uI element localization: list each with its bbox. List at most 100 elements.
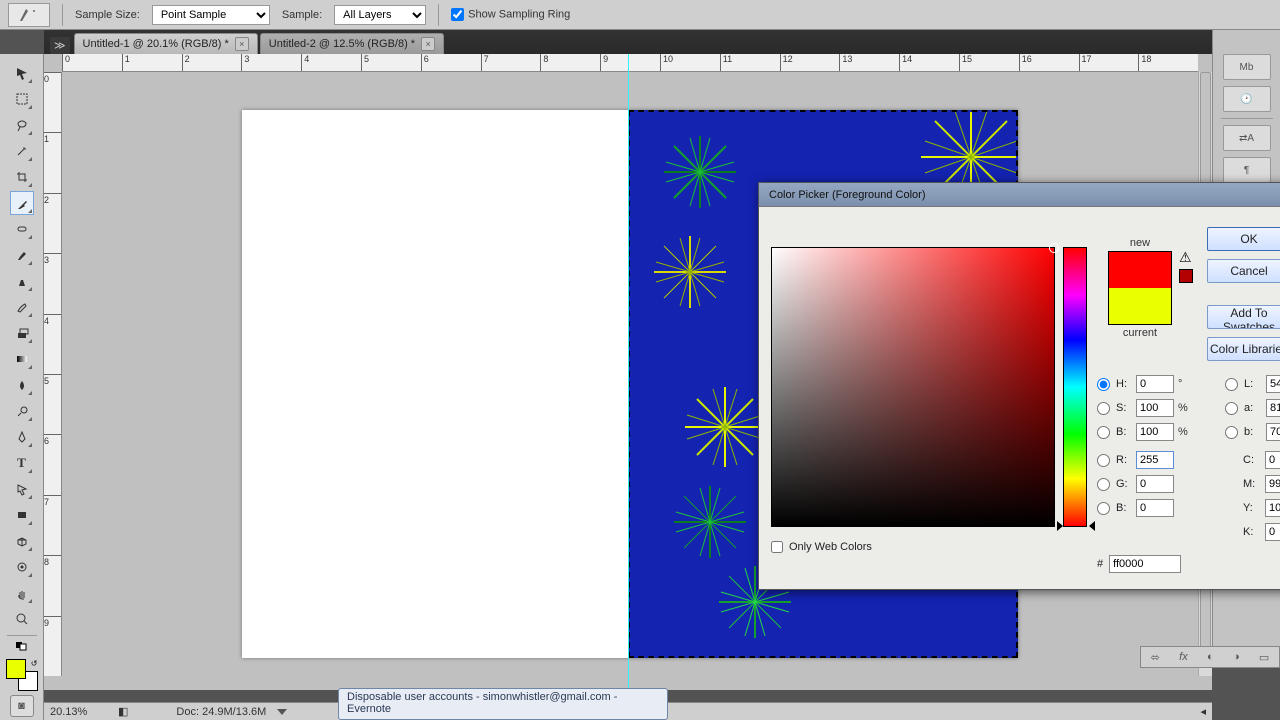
m-field[interactable] [1265, 475, 1280, 493]
s-radio[interactable] [1097, 402, 1110, 415]
eraser-tool[interactable] [10, 321, 34, 345]
gamut-warning-icon[interactable]: ⚠ [1179, 249, 1192, 266]
document-tab-label: Untitled-2 @ 12.5% (RGB/8) * [269, 38, 415, 50]
default-colors-icon[interactable] [10, 640, 34, 652]
hue-slider-handle-icon[interactable] [1057, 521, 1063, 531]
a-field[interactable] [1266, 399, 1280, 417]
s-field[interactable] [1136, 399, 1174, 417]
l-field[interactable] [1266, 375, 1280, 393]
dialog-title-bar[interactable]: Color Picker (Foreground Color) [759, 183, 1280, 207]
zoom-value[interactable]: 20.13% [50, 706, 110, 718]
foreground-color-swatch[interactable] [6, 659, 26, 679]
g-radio[interactable] [1097, 478, 1110, 491]
sample-size-select[interactable]: Point Sample [152, 5, 270, 25]
h-radio[interactable] [1097, 378, 1110, 391]
tab-scroll-icon[interactable]: ≫ [50, 37, 70, 54]
3d-camera-tool[interactable] [10, 555, 34, 579]
marquee-tool[interactable] [10, 87, 34, 111]
dodge-tool[interactable] [10, 399, 34, 423]
b-radio[interactable] [1097, 426, 1110, 439]
bv-field[interactable] [1136, 423, 1174, 441]
3d-tool[interactable] [10, 529, 34, 553]
character-panel-icon[interactable]: ⇄A [1223, 125, 1271, 151]
horizontal-ruler[interactable]: 0123456789101112131415161718 [62, 54, 1198, 72]
r-radio[interactable] [1097, 454, 1110, 467]
only-web-colors[interactable]: Only Web Colors [771, 541, 872, 553]
hue-slider-handle-icon[interactable] [1089, 521, 1095, 531]
color-libraries-button[interactable]: Color Libraries [1207, 337, 1280, 361]
bb-radio[interactable] [1097, 502, 1110, 515]
g-field[interactable] [1136, 475, 1174, 493]
hand-tool[interactable] [10, 581, 34, 605]
hex-field[interactable] [1109, 555, 1181, 573]
quick-mask-toggle[interactable]: ◙ [10, 695, 34, 717]
tool-preset-picker[interactable] [8, 3, 50, 27]
layer-mask-icon[interactable]: ◐ [1207, 651, 1214, 663]
new-color-swatch[interactable] [1109, 252, 1171, 288]
l-radio[interactable] [1225, 378, 1238, 391]
add-to-swatches-button[interactable]: Add To Swatches [1207, 305, 1280, 329]
scroll-left-icon[interactable]: ◂ [1200, 705, 1206, 718]
mini-bridge-panel-icon[interactable]: Mb [1223, 54, 1271, 80]
brush-tool[interactable] [10, 243, 34, 267]
crop-tool[interactable] [10, 165, 34, 189]
document-tab-1[interactable]: Untitled-1 @ 20.1% (RGB/8) * × [74, 33, 258, 54]
swap-colors-icon[interactable]: ↺ [31, 659, 38, 668]
move-tool[interactable] [10, 61, 34, 85]
vertical-ruler[interactable]: 0123456789 [44, 72, 62, 676]
current-color-swatch[interactable] [1109, 288, 1171, 324]
blur-tool[interactable] [10, 373, 34, 397]
h-field[interactable] [1136, 375, 1174, 393]
k-field[interactable] [1265, 523, 1280, 541]
cancel-button[interactable]: Cancel [1207, 259, 1280, 283]
ruler-tick: 11 [720, 54, 780, 71]
hue-slider[interactable] [1063, 247, 1087, 527]
color-field-cursor[interactable] [1049, 243, 1059, 253]
tab-close-icon[interactable]: × [235, 37, 249, 51]
a-radio[interactable] [1225, 402, 1238, 415]
vertical-guide[interactable] [628, 54, 629, 690]
eyedropper-tool[interactable] [10, 191, 34, 215]
color-swatches[interactable]: ↺ [6, 659, 38, 691]
color-picker-dialog[interactable]: Color Picker (Foreground Color) new curr… [758, 182, 1280, 590]
lab-b-radio[interactable] [1225, 426, 1238, 439]
document-tab-2[interactable]: Untitled-2 @ 12.5% (RGB/8) * × [260, 33, 444, 54]
healing-brush-tool[interactable] [10, 217, 34, 241]
ruler-tick: 18 [1138, 54, 1198, 71]
shape-tool[interactable] [10, 503, 34, 527]
y-field[interactable] [1265, 499, 1280, 517]
sample-select[interactable]: All Layers [334, 5, 426, 25]
zoom-popup-icon[interactable]: ◧ [118, 705, 128, 718]
lab-b-field[interactable] [1266, 423, 1280, 441]
link-layers-icon[interactable]: ⬄ [1151, 651, 1160, 664]
sample-size-label: Sample Size: [75, 9, 140, 21]
path-selection-tool[interactable] [10, 477, 34, 501]
doc-info[interactable]: Doc: 24.9M/13.6M [136, 706, 266, 718]
pen-tool[interactable] [10, 425, 34, 449]
magic-wand-tool[interactable] [10, 139, 34, 163]
c-field[interactable] [1265, 451, 1280, 469]
only-web-colors-checkbox[interactable] [771, 541, 783, 553]
notification-toast[interactable]: Disposable user accounts - simonwhistler… [338, 688, 668, 720]
show-sampling-ring[interactable]: Show Sampling Ring [451, 8, 570, 21]
type-tool[interactable]: T [10, 451, 34, 475]
clone-stamp-tool[interactable] [10, 269, 34, 293]
color-field[interactable] [771, 247, 1055, 527]
show-sampling-ring-checkbox[interactable] [451, 8, 464, 21]
zoom-tool[interactable] [10, 607, 34, 631]
gamut-corrected-swatch[interactable] [1179, 269, 1193, 283]
layer-style-icon[interactable]: fx [1179, 651, 1188, 663]
bb-field[interactable] [1136, 499, 1174, 517]
gradient-tool[interactable] [10, 347, 34, 371]
doc-info-menu-icon[interactable] [277, 709, 287, 715]
ok-button[interactable]: OK [1207, 227, 1280, 251]
history-panel-icon[interactable]: 🕑 [1223, 86, 1271, 112]
layer-group-icon[interactable]: ▭ [1259, 651, 1269, 664]
history-brush-tool[interactable] [10, 295, 34, 319]
r-field[interactable] [1136, 451, 1174, 469]
lasso-tool[interactable] [10, 113, 34, 137]
adjustment-layer-icon[interactable]: ◑ [1233, 651, 1240, 663]
ruler-tick: 17 [1079, 54, 1139, 71]
tab-close-icon[interactable]: × [421, 37, 435, 51]
paragraph-panel-icon[interactable]: ¶ [1223, 157, 1271, 183]
